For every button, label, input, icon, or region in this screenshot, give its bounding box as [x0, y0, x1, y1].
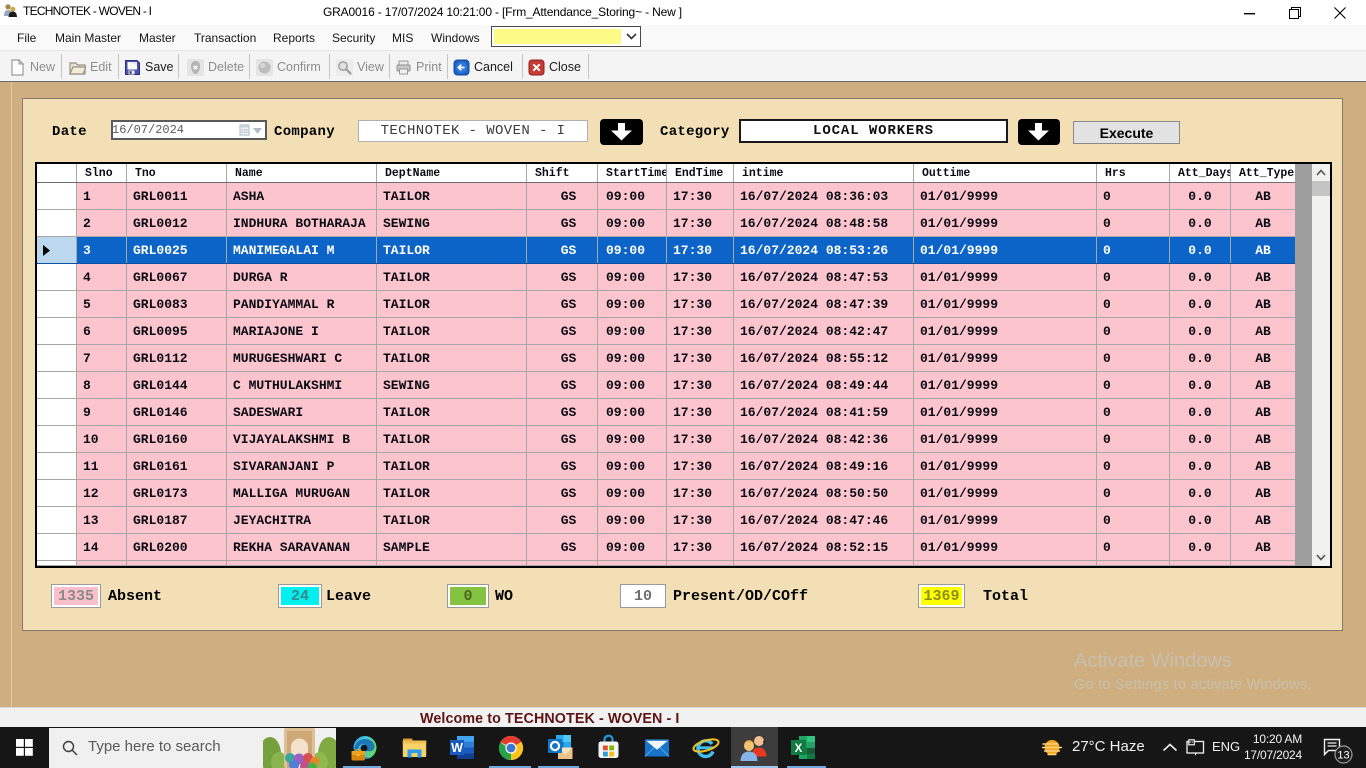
svg-text:X: X — [794, 743, 802, 755]
svg-text:W: W — [451, 741, 463, 755]
svg-text:13: 13 — [1337, 750, 1349, 762]
